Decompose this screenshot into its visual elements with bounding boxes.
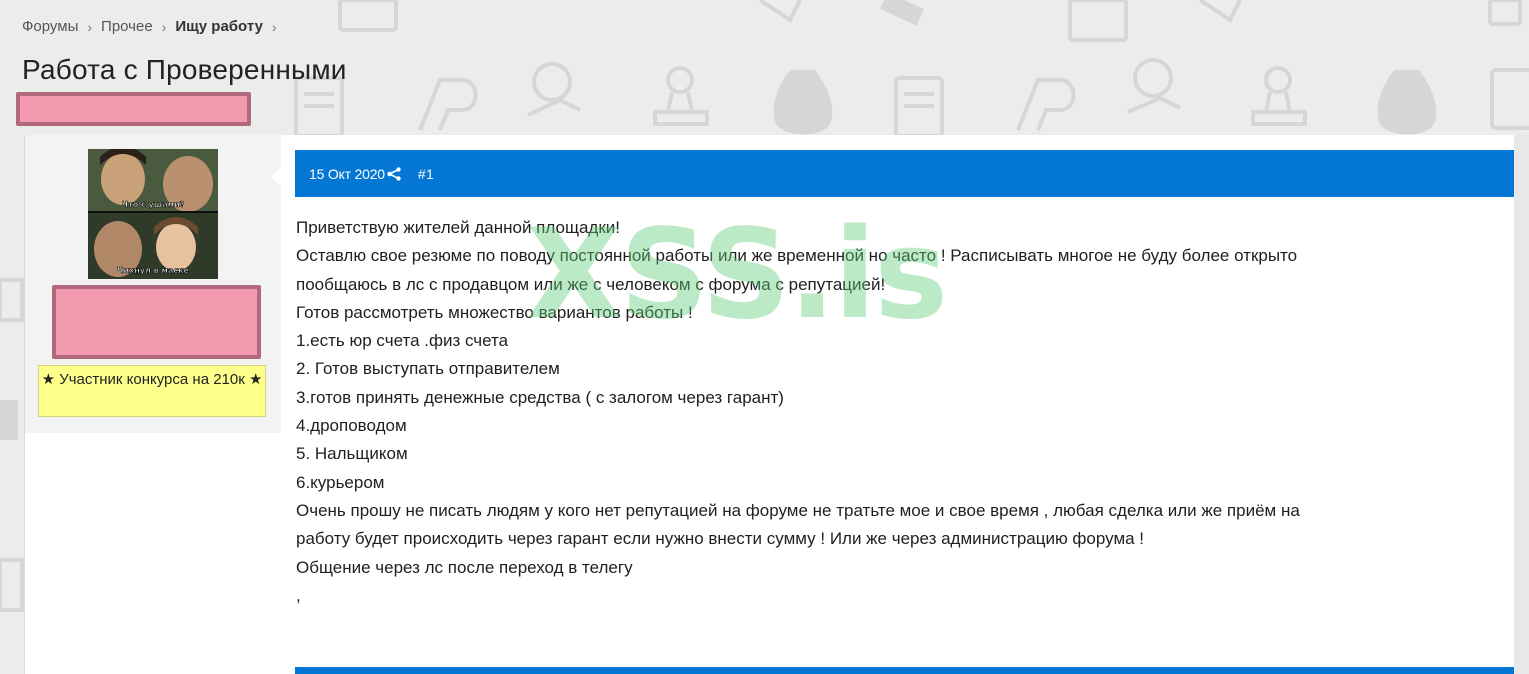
chevron-right-icon: ›: [161, 18, 167, 35]
breadcrumb-item-job-search[interactable]: Ищу работу: [175, 18, 263, 35]
redacted-username: [52, 285, 261, 359]
post-footer-bar: [295, 667, 1514, 674]
page: Форумы › Прочее › Ищу работу › Работа с …: [0, 0, 1529, 674]
avatar-caption-bottom: Чихнул в маске: [117, 266, 190, 275]
post-date[interactable]: 15 Окт 2020: [309, 166, 385, 182]
post-line: работу будет происходить через гарант ес…: [296, 529, 1145, 549]
post-line: 2. Готов выступать отправителем: [296, 359, 560, 379]
post-line: пообщаюсь в лс с продавцом или же с чело…: [296, 274, 886, 294]
post-line: Очень прошу не писать людям у кого нет р…: [296, 500, 1300, 520]
post-line: Общение через лс после переход в телегу: [296, 557, 633, 577]
post: Что с ушами? Чихнул в маске ★ Участник к…: [24, 135, 1529, 674]
avatar-caption-top: Что с ушами?: [122, 200, 185, 209]
post-line: 5. Нальщиком: [296, 444, 408, 464]
redacted-thread-meta: [16, 92, 251, 126]
avatar-image: Что с ушами? Чихнул в маске: [88, 149, 218, 279]
post-line: Приветствую жителей данной площадки!: [296, 218, 620, 237]
post-body: Приветствую жителей данной площадки! Ост…: [296, 214, 1506, 610]
share-icon[interactable]: [386, 166, 402, 182]
chevron-right-icon: ›: [87, 18, 93, 35]
post-line: Оставлю свое резюме по поводу постоянной…: [296, 246, 1298, 266]
user-title-badge: ★ Участник конкурса на 210к ★: [38, 365, 266, 417]
post-line: 1.есть юр счета .физ счета: [296, 331, 509, 351]
post-line: 6.курьером: [296, 472, 385, 492]
post-number-link[interactable]: #1: [418, 166, 434, 182]
post-line: Готов рассмотреть множество вариантов ра…: [296, 302, 693, 322]
page-right-gutter: [1514, 135, 1529, 674]
avatar[interactable]: Что с ушами? Чихнул в маске: [88, 149, 218, 279]
breadcrumb: Форумы › Прочее › Ищу работу ›: [22, 18, 286, 35]
breadcrumb-item-forums[interactable]: Форумы: [22, 18, 78, 35]
page-title: Работа с Проверенными: [22, 54, 347, 85]
user-info-panel: Что с ушами? Чихнул в маске ★ Участник к…: [25, 135, 281, 433]
post-header: 15 Окт 2020 #1: [295, 150, 1514, 197]
breadcrumb-item-other[interactable]: Прочее: [101, 18, 153, 35]
post-line: 3.готов принять денежные средства ( с за…: [296, 387, 784, 407]
post-line: ,: [296, 585, 301, 605]
post-line: 4.дроповодом: [296, 416, 407, 436]
chevron-right-icon: ›: [271, 18, 277, 35]
post-pointer-arrow: [271, 167, 281, 187]
